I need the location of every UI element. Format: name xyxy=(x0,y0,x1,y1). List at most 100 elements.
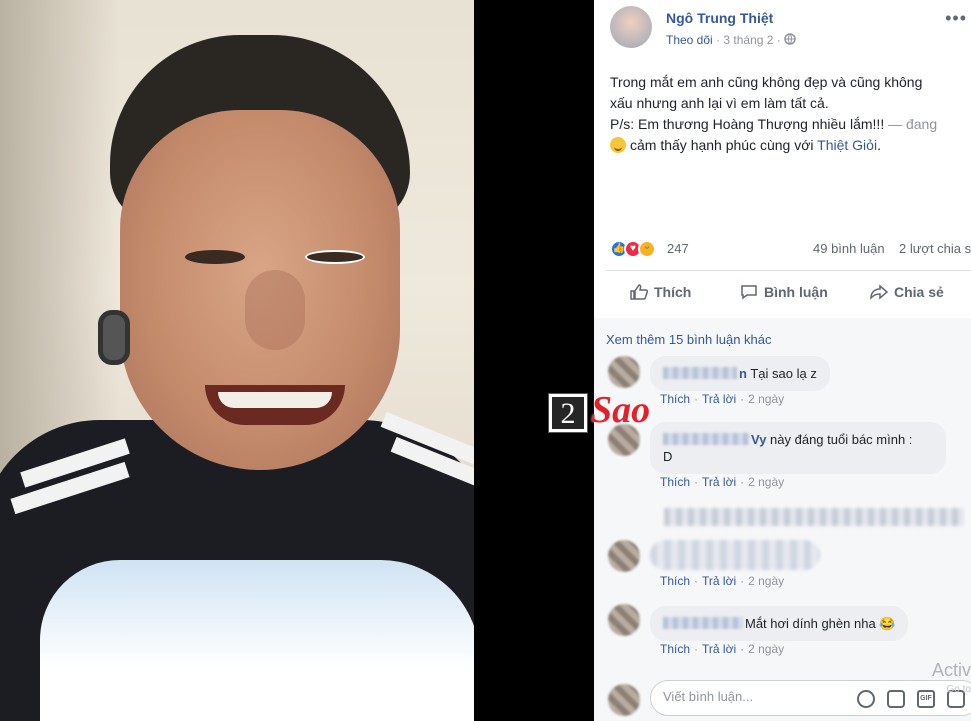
separator: · xyxy=(694,392,699,406)
comment-text: Tại sao lạ z xyxy=(750,366,817,381)
separator: · xyxy=(694,475,699,489)
comment-input[interactable] xyxy=(663,689,843,704)
globe-icon xyxy=(784,33,796,45)
author-name[interactable]: Ngô Trung Thiệt xyxy=(666,10,773,26)
comment-button[interactable]: Bình luận xyxy=(740,284,828,300)
feeling-line: cảm thấy hạnh phúc cùng với Thiệt Giỏi. xyxy=(610,135,971,156)
separator: · xyxy=(740,642,745,656)
comment-actions: Thích · Trả lời · 2 ngày xyxy=(660,475,784,489)
emoji-icon[interactable] xyxy=(857,690,875,708)
blurred-commenter-name[interactable] xyxy=(663,367,737,379)
smile-emoji-icon xyxy=(610,137,626,153)
separator: · xyxy=(694,642,699,656)
comment-bubble: Mắt hơi dính ghèn nha 😂 xyxy=(650,606,909,641)
comment-reply-link[interactable]: Trả lời xyxy=(702,475,736,489)
comment-reply-link[interactable]: Trả lời xyxy=(702,642,736,656)
comments-count[interactable]: 49 bình luận xyxy=(813,241,885,256)
divider xyxy=(606,270,971,271)
view-more-comments-link[interactable]: Xem thêm 15 bình luận khác xyxy=(606,332,772,347)
post-timestamp[interactable]: 3 tháng 2 xyxy=(723,33,773,47)
haha-reaction-icon: ᵕ xyxy=(638,240,656,258)
comment-time[interactable]: 2 ngày xyxy=(748,574,784,588)
camera-icon[interactable] xyxy=(887,690,905,708)
thumbs-up-icon xyxy=(630,284,648,300)
comment-bubble: n Tại sao lạ z xyxy=(650,356,830,391)
video-frame-photo xyxy=(0,0,474,721)
post-text-line: xấu nhưng anh lại vì em làm tất cả. xyxy=(610,95,829,111)
comment-actions: Thích · Trả lời · 2 ngày xyxy=(660,392,784,406)
comment-actions: Thích · Trả lời · 2 ngày xyxy=(660,574,784,588)
bluetooth-earpiece xyxy=(98,310,130,365)
commenter-name[interactable]: n xyxy=(739,366,747,381)
like-label: Thích xyxy=(654,284,692,300)
logo-text: Sao xyxy=(591,389,651,431)
nose xyxy=(245,270,305,350)
separator: · xyxy=(740,574,745,588)
like-button[interactable]: Thích xyxy=(630,284,691,300)
post-text-line: P/s: Em thương Hoàng Thượng nhiều lắm!!!… xyxy=(610,114,971,135)
post-meta: Theo dõi · 3 tháng 2 · xyxy=(666,33,796,47)
comment-like-link[interactable]: Thích xyxy=(660,642,690,656)
share-arrow-icon xyxy=(870,284,888,300)
commenter-name[interactable]: Vy xyxy=(751,432,766,447)
post-text-line: Trong mắt em anh cũng không đẹp và cũng … xyxy=(610,74,923,90)
commenter-avatar[interactable] xyxy=(608,356,640,388)
author-avatar[interactable] xyxy=(610,6,652,48)
comment-text: D xyxy=(663,449,673,464)
blurred-replies-link[interactable] xyxy=(664,508,964,526)
comment-text: này đáng tuổi bác mình : xyxy=(770,432,913,447)
feeling-dash: — đang xyxy=(888,116,938,132)
eye xyxy=(185,250,245,264)
write-comment-row: GIF xyxy=(608,680,971,720)
current-user-avatar xyxy=(608,684,640,716)
windows-activation-subtext: Go to xyxy=(946,684,971,695)
facebook-post: Ngô Trung Thiệt Theo dõi · 3 tháng 2 · •… xyxy=(594,0,971,721)
period: . xyxy=(877,137,881,153)
comment-reply-link[interactable]: Trả lời xyxy=(702,574,736,588)
logo-number: 2 xyxy=(548,393,588,433)
windows-activation-watermark: Activ xyxy=(931,660,971,680)
shares-count[interactable]: 2 lượt chia sẻ xyxy=(899,241,971,256)
separator: · xyxy=(740,475,745,489)
post-text: Trong mắt em anh cũng không đẹp và cũng … xyxy=(610,72,971,156)
comment-actions: Thích · Trả lời · 2 ngày xyxy=(660,642,784,656)
2sao-logo: 2 Sao xyxy=(548,389,667,436)
feeling-text: cảm thấy hạnh phúc cùng với xyxy=(630,137,818,153)
comment-time[interactable]: 2 ngày xyxy=(748,642,784,656)
comment-reply-link[interactable]: Trả lời xyxy=(702,392,736,406)
blurred-commenter-name[interactable] xyxy=(663,617,743,629)
comment-like-link[interactable]: Thích xyxy=(660,475,690,489)
comment-box[interactable]: GIF xyxy=(650,680,971,716)
comment-time[interactable]: 2 ngày xyxy=(748,392,784,406)
follow-link[interactable]: Theo dõi xyxy=(666,33,713,47)
comment-bubble: Vy này đáng tuổi bác mình : D xyxy=(650,422,946,474)
more-options-icon[interactable]: ••• xyxy=(945,8,967,29)
black-divider xyxy=(474,0,594,721)
separator: · xyxy=(694,574,699,588)
commenter-avatar[interactable] xyxy=(608,540,640,572)
share-label: Chia sẻ xyxy=(894,284,944,300)
meta-separator: · xyxy=(773,33,785,47)
comment-time[interactable]: 2 ngày xyxy=(748,475,784,489)
post-stats: 👍 ♥ ᵕ 247 49 bình luận 2 lượt chia sẻ xyxy=(610,240,971,260)
gif-icon[interactable]: GIF xyxy=(917,690,935,708)
comments-section: Xem thêm 15 bình luận khác n Tại sao lạ … xyxy=(594,318,971,721)
eye xyxy=(305,250,365,264)
share-button[interactable]: Chia sẻ xyxy=(870,284,944,300)
commenter-avatar[interactable] xyxy=(608,604,640,636)
comment-like-link[interactable]: Thích xyxy=(660,574,690,588)
teeth xyxy=(218,392,332,408)
pillow xyxy=(40,560,474,721)
post-header: Ngô Trung Thiệt Theo dõi · 3 tháng 2 · •… xyxy=(610,6,971,56)
post-ps: P/s: Em thương Hoàng Thượng nhiều lắm!!! xyxy=(610,116,889,132)
separator: · xyxy=(740,392,745,406)
blurred-commenter-name[interactable] xyxy=(663,433,749,445)
tagged-user-link[interactable]: Thiệt Giỏi xyxy=(817,137,877,153)
blurred-comment-bubble xyxy=(650,540,820,570)
comment-icon xyxy=(741,285,757,300)
post-actions: Thích Bình luận Chia sẻ xyxy=(606,274,971,316)
comment-text: Mắt hơi dính ghèn nha 😂 xyxy=(745,616,896,631)
comment-label: Bình luận xyxy=(764,284,828,300)
reactions-count[interactable]: 247 xyxy=(667,241,689,256)
meta-separator: · xyxy=(712,33,724,47)
